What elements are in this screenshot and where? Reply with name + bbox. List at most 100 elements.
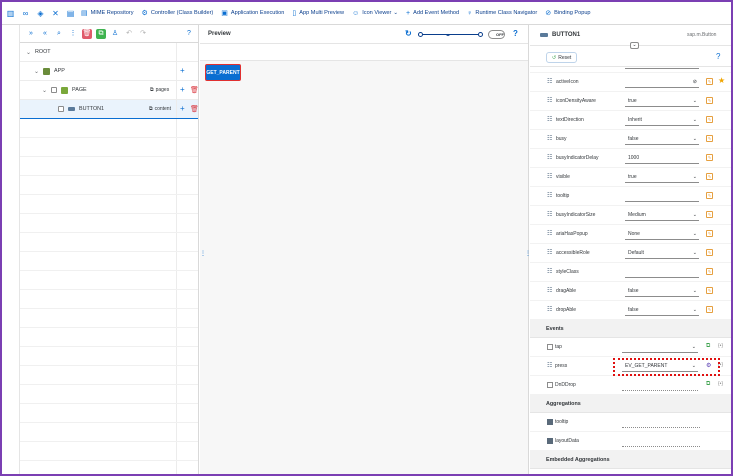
toggle-switch[interactable]: OFF <box>488 30 505 39</box>
copy-icon[interactable]: ⧉ <box>706 381 710 388</box>
help-icon[interactable]: ? <box>716 52 720 61</box>
star-icon[interactable]: ★ <box>718 76 725 85</box>
edit-icon[interactable]: ✎ <box>706 135 713 142</box>
tree-row-app[interactable]: ⌄ APP + <box>20 62 198 81</box>
event-handler-input[interactable] <box>622 380 698 391</box>
property-value-select[interactable]: false ⌄ <box>625 286 699 297</box>
property-value-select[interactable]: true⌄ <box>625 67 699 69</box>
search-icon[interactable]: ⌕ <box>54 29 64 39</box>
property-icon: ☷ <box>547 155 553 161</box>
multi-preview-button[interactable]: ▯ App Multi Preview <box>292 9 344 17</box>
chevron-down-icon[interactable]: ⌄ <box>34 68 39 75</box>
edit-icon[interactable]: ✎ <box>706 268 713 275</box>
edit-icon[interactable]: ✎ <box>706 230 713 237</box>
expand-all-icon[interactable]: » <box>26 29 36 39</box>
property-value-select[interactable]: Medium ⌄ <box>625 210 699 221</box>
redo-icon[interactable]: ↷ <box>138 29 148 39</box>
refresh-icon[interactable]: ↻ <box>405 29 412 38</box>
event-handler-select[interactable]: ⌄ <box>622 342 698 353</box>
mime-repository-button[interactable]: ▤ MIME Repository <box>81 9 134 17</box>
edit-icon[interactable]: ✎ <box>706 192 713 199</box>
edit-icon[interactable]: ✎ <box>706 116 713 123</box>
property-value-select[interactable]: false ⌄ <box>625 134 699 145</box>
collapse-all-icon[interactable]: « <box>40 29 50 39</box>
event-checkbox[interactable] <box>547 382 553 388</box>
reset-button[interactable]: ↺ Reset <box>546 52 578 63</box>
tools-icon[interactable]: ✕ <box>51 9 60 18</box>
row-checkbox[interactable] <box>58 106 64 112</box>
property-value-select[interactable]: Inherit ⌄ <box>625 115 699 126</box>
add-child-icon[interactable]: + <box>180 66 185 75</box>
tree-row-button1[interactable]: BUTTON1 ⧉ content + 🗑 <box>20 100 199 119</box>
events-section-title: Events <box>530 320 731 338</box>
delete-icon[interactable]: 🗑 <box>82 28 92 39</box>
app-execution-button[interactable]: ▣ Application Execution <box>221 9 284 17</box>
help-icon[interactable]: ? <box>513 29 518 38</box>
edit-icon[interactable]: ✎ <box>706 173 713 180</box>
collapse-header-button[interactable]: ⌄ <box>630 42 639 49</box>
value-help-icon[interactable]: ⊘ <box>693 77 697 88</box>
edit-icon[interactable]: ✎ <box>706 249 713 256</box>
chevron-down-icon: ⌄ <box>692 136 697 142</box>
splitter-handle-icon[interactable]: ⋮ <box>200 250 206 257</box>
tree-row-root[interactable]: ⌄ ROOT <box>20 43 198 62</box>
layout-icon[interactable]: ▥ <box>6 9 15 18</box>
icon-viewer-button[interactable]: ☺ Icon Viewer ⌄ <box>352 10 398 17</box>
property-icon: ☷ <box>547 98 553 104</box>
copy-icon[interactable]: ⧉ <box>706 343 710 350</box>
button-control-icon <box>68 107 75 111</box>
phone-icon: ▯ <box>292 10 297 17</box>
control-tree-panel: » « ⌕ ⋮ 🗑 ⧉ ♙ ↶ ↷ ? ⌄ ROOT ⌄ APP + ⌄ PAG… <box>20 25 199 474</box>
property-value-select[interactable]: None ⌄ <box>625 229 699 240</box>
get-parent-preview-button[interactable]: GET_PARENT <box>205 64 241 81</box>
property-value-input[interactable]: 1000 <box>625 153 699 164</box>
pin-icon: ♀ <box>467 9 473 17</box>
code-icon[interactable]: {•} <box>718 381 723 387</box>
delete-icon[interactable]: 🗑 <box>190 86 199 94</box>
control-name: BUTTON1 <box>552 32 581 38</box>
tree-structure-icon[interactable]: ⋮ <box>68 29 78 39</box>
edit-icon[interactable]: ✎ <box>706 306 713 313</box>
edit-icon[interactable]: ✎ <box>706 287 713 294</box>
preview-header: Preview ↻ ◂▸ OFF ? <box>200 25 528 44</box>
property-value-select[interactable]: true⌄ <box>625 172 699 183</box>
edit-icon[interactable]: ✎ <box>706 97 713 104</box>
property-icon: ☷ <box>547 136 553 142</box>
embedded-aggregations-title: Embedded Aggregations <box>530 451 731 469</box>
property-row: ☷ styleClass ✎ <box>530 263 731 282</box>
delete-icon[interactable]: 🗑 <box>190 105 199 113</box>
edit-icon[interactable]: ✎ <box>706 211 713 218</box>
user-icon[interactable]: ♙ <box>110 29 120 39</box>
event-checkbox[interactable] <box>547 344 553 350</box>
help-icon[interactable]: ? <box>184 29 194 39</box>
add-event-method-button[interactable]: + Add Event Method <box>406 10 459 17</box>
chevron-down-icon[interactable]: ⌄ <box>26 49 31 56</box>
property-value-input[interactable] <box>625 267 699 278</box>
edit-icon[interactable]: ✎ <box>706 154 713 161</box>
glasses-icon[interactable]: ∞ <box>21 9 30 18</box>
code-icon[interactable]: {•} <box>718 343 723 349</box>
slider-handle[interactable] <box>478 32 483 37</box>
property-value-input[interactable]: ⊘ <box>625 77 699 88</box>
property-value-select[interactable]: true⌄ <box>625 96 699 107</box>
slider-handle[interactable] <box>418 32 423 37</box>
add-child-icon[interactable]: + <box>180 85 185 94</box>
property-value-input[interactable] <box>625 191 699 202</box>
aggregation-input[interactable] <box>622 436 700 447</box>
chevron-down-icon[interactable]: ⌄ <box>42 87 47 94</box>
add-child-icon[interactable]: + <box>180 104 185 113</box>
app-frame: ▥ ∞ ◈ ✕ ▤ ▤ MIME Repository ⚙ Controller (… <box>2 2 731 474</box>
controller-button[interactable]: ⚙ Controller (Class Builder) <box>142 9 214 17</box>
edit-icon[interactable]: ✎ <box>706 78 713 85</box>
copy-icon[interactable]: ⧉ <box>96 28 106 39</box>
runtime-class-navigator-button[interactable]: ♀ Runtime Class Navigator <box>467 10 537 17</box>
file-icon[interactable]: ▤ <box>66 9 75 18</box>
tree-row-page[interactable]: ⌄ PAGE ⧉ pages + 🗑 <box>20 81 199 100</box>
binding-popup-button[interactable]: ⊘ Binding Popup <box>545 9 590 17</box>
property-value-select[interactable]: Default ⌄ <box>625 248 699 259</box>
aggregation-input[interactable] <box>622 417 700 428</box>
shield-icon[interactable]: ◈ <box>36 9 45 18</box>
row-checkbox[interactable] <box>51 87 58 93</box>
property-value-select[interactable]: false ⌄ <box>625 305 699 316</box>
undo-icon[interactable]: ↶ <box>124 29 134 39</box>
